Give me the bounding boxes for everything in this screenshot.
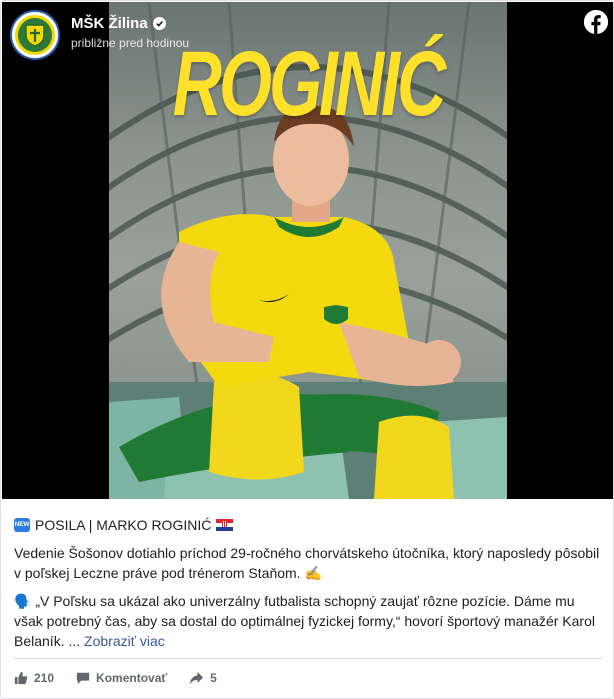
comment-icon	[76, 672, 90, 685]
post-paragraph-2: 🗣️ „V Poľsku sa ukázal ako univerzálny f…	[14, 591, 602, 651]
like-action[interactable]: 210	[14, 671, 54, 685]
post-title: POSILA | MARKO ROGINIĆ	[35, 517, 212, 533]
page-avatar[interactable]	[10, 10, 60, 60]
new-badge-icon: NEW	[14, 518, 30, 532]
post-actions: 210 Komentovať 5	[14, 667, 239, 689]
player-photo[interactable]: ROGINIĆ	[109, 2, 507, 499]
footer-divider	[14, 658, 602, 659]
post-timestamp[interactable]: približne pred hodinou	[71, 36, 189, 50]
post-media[interactable]: ROGINIĆ MŠK Žilina približne pred hodino…	[2, 2, 613, 499]
verified-badge-icon	[152, 17, 166, 30]
like-count: 210	[34, 671, 55, 685]
page-name-text[interactable]: MŠK Žilina	[71, 15, 148, 32]
share-arrow-icon	[190, 671, 204, 685]
facebook-post-embed: ROGINIĆ MŠK Žilina približne pred hodino…	[0, 0, 614, 699]
see-more-link[interactable]: Zobraziť viac	[84, 633, 165, 649]
comment-action[interactable]: Komentovať	[76, 671, 167, 685]
comment-label[interactable]: Komentovať	[96, 671, 167, 685]
share-count: 5	[210, 671, 217, 685]
share-action[interactable]: 5	[189, 671, 217, 685]
facebook-logo-icon[interactable]	[584, 10, 608, 34]
post-title-line: NEW POSILA | MARKO ROGINIĆ	[14, 515, 602, 535]
page-name[interactable]: MŠK Žilina	[71, 15, 166, 32]
club-crest-icon	[15, 15, 55, 55]
post-header: MŠK Žilina približne pred hodinou	[10, 10, 570, 62]
croatia-flag-icon	[216, 519, 234, 531]
post-paragraph-1: Vedenie Šošonov dotiahlo príchod 29-ročn…	[14, 545, 600, 581]
thumbs-up-icon	[14, 671, 28, 685]
post-text: NEW POSILA | MARKO ROGINIĆ Vedenie Šošon…	[14, 515, 602, 659]
